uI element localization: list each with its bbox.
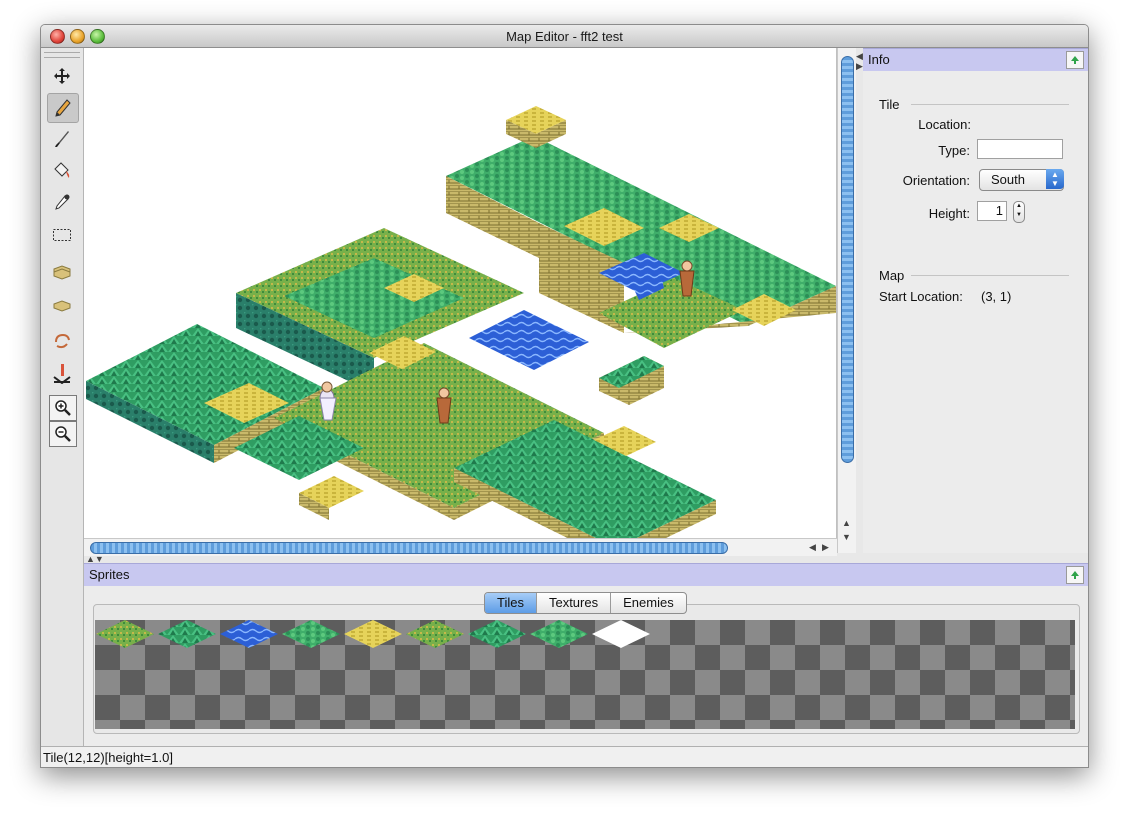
orientation-value: South [991, 172, 1025, 187]
zoom-in-button[interactable] [49, 395, 77, 421]
start-location-label: Start Location: [879, 289, 963, 304]
type-label: Type: [938, 143, 970, 158]
tab-textures[interactable]: Textures [537, 593, 612, 613]
sprite-tabs: Tiles Textures Enemies [484, 592, 687, 614]
start-location-value: (3, 1) [981, 289, 1012, 304]
zoom-out-button[interactable] [49, 421, 77, 447]
tool-palette [41, 48, 84, 746]
eyedropper-icon [55, 194, 70, 210]
select-tool-button[interactable] [47, 221, 77, 249]
paint-bucket-icon [54, 162, 70, 178]
isometric-map[interactable] [84, 48, 836, 538]
sprites-panel-header[interactable]: Sprites [84, 563, 1088, 587]
sprites-collapse-button[interactable] [1066, 566, 1084, 584]
splitter-right-arrow-icon[interactable]: ▶ [856, 61, 863, 72]
status-bar: Tile(12,12)[height=1.0] [41, 746, 1088, 767]
info-panel-title: Info [868, 52, 890, 67]
raise-tile-button[interactable] [47, 259, 77, 287]
tile-group-divider [911, 104, 1069, 105]
character-sprite-monk-east[interactable] [679, 260, 695, 297]
tab-enemies[interactable]: Enemies [611, 593, 686, 613]
pencil-tool-button[interactable] [47, 93, 79, 123]
window-title: Map Editor - fft2 test [506, 29, 623, 44]
zoom-in-icon [55, 400, 71, 416]
type-input[interactable] [977, 139, 1063, 159]
palette-tile-bush[interactable] [468, 620, 526, 648]
map-vertical-scrollbar[interactable]: ▲ ▼ [837, 48, 856, 553]
zoom-out-icon [55, 426, 71, 442]
map-group-divider [911, 275, 1069, 276]
palette-tile-grass[interactable] [96, 620, 154, 648]
info-panel: Tile Location: Type: Orientation: South … [863, 71, 1088, 553]
raise-tile-icon [53, 265, 71, 280]
palette-tile-leafy[interactable] [282, 620, 340, 648]
tile-palette-items[interactable] [95, 619, 655, 649]
tab-tiles[interactable]: Tiles [485, 593, 537, 613]
scroll-down-arrow-icon[interactable]: ▼ [842, 532, 851, 542]
title-bar[interactable]: Map Editor - fft2 test [41, 25, 1088, 48]
tile-group-title: Tile [879, 97, 900, 112]
lower-tile-button[interactable] [47, 291, 77, 319]
palette-tile-fern[interactable] [158, 620, 216, 648]
orientation-select[interactable]: South ▲ ▼ [979, 169, 1064, 191]
rotate-icon [55, 333, 70, 349]
scroll-right-arrow-icon[interactable]: ▶ [822, 542, 829, 553]
lower-tile-icon [53, 300, 71, 312]
palette-tile-sand[interactable] [344, 620, 402, 648]
height-stepper[interactable]: ▲ ▼ [1013, 201, 1025, 223]
brush-tool-button[interactable] [47, 125, 77, 153]
orientation-label: Orientation: [902, 173, 970, 188]
palette-tile-water[interactable] [220, 620, 278, 648]
info-collapse-button[interactable] [1066, 51, 1084, 69]
collapse-arrow-icon [1071, 571, 1079, 579]
palette-tile-clover[interactable] [530, 620, 588, 648]
map-editor-window: Map Editor - fft2 test ▲ ▼ ◀ ▶ ◀ ▶ ▲▼ In… [40, 24, 1089, 768]
palette-tile-moss[interactable] [406, 620, 464, 648]
select-stepper-icon: ▲ ▼ [1046, 169, 1064, 189]
pencil-icon [55, 99, 71, 117]
scroll-up-arrow-icon[interactable]: ▲ [842, 518, 851, 528]
scroll-left-arrow-icon[interactable]: ◀ [809, 542, 816, 553]
info-panel-header[interactable]: Info [863, 48, 1088, 72]
brush-icon [55, 131, 69, 147]
location-label: Location: [918, 117, 971, 132]
height-input[interactable]: 1 [977, 201, 1007, 221]
eyedropper-tool-button[interactable] [47, 189, 77, 217]
collapse-arrow-icon [1071, 56, 1079, 64]
rotate-tool-button[interactable] [47, 327, 77, 355]
toolbar-grip[interactable] [44, 52, 80, 58]
status-text: Tile(12,12)[height=1.0] [43, 750, 173, 765]
vertical-scroll-thumb[interactable] [841, 56, 854, 463]
marquee-select-icon [53, 229, 71, 241]
height-label: Height: [928, 206, 970, 221]
terrain-block-northeast[interactable] [446, 136, 836, 405]
start-location-icon [53, 364, 71, 384]
move-tool-button[interactable] [47, 62, 77, 90]
sprites-panel: Tiles Textures Enemies [84, 586, 1088, 746]
move-arrows-icon [54, 68, 70, 84]
fill-tool-button[interactable] [47, 157, 77, 185]
start-location-tool-button[interactable] [47, 359, 77, 387]
palette-tile-blank[interactable] [592, 620, 650, 648]
map-canvas[interactable] [84, 48, 837, 538]
horizontal-scroll-thumb[interactable] [90, 542, 728, 554]
map-group-title: Map [879, 268, 905, 283]
map-horizontal-scrollbar[interactable]: ◀ ▶ [84, 538, 837, 556]
character-sprite-monk-center[interactable] [436, 387, 452, 424]
terrain-pillar[interactable] [506, 106, 566, 148]
sprites-panel-title: Sprites [89, 567, 130, 582]
